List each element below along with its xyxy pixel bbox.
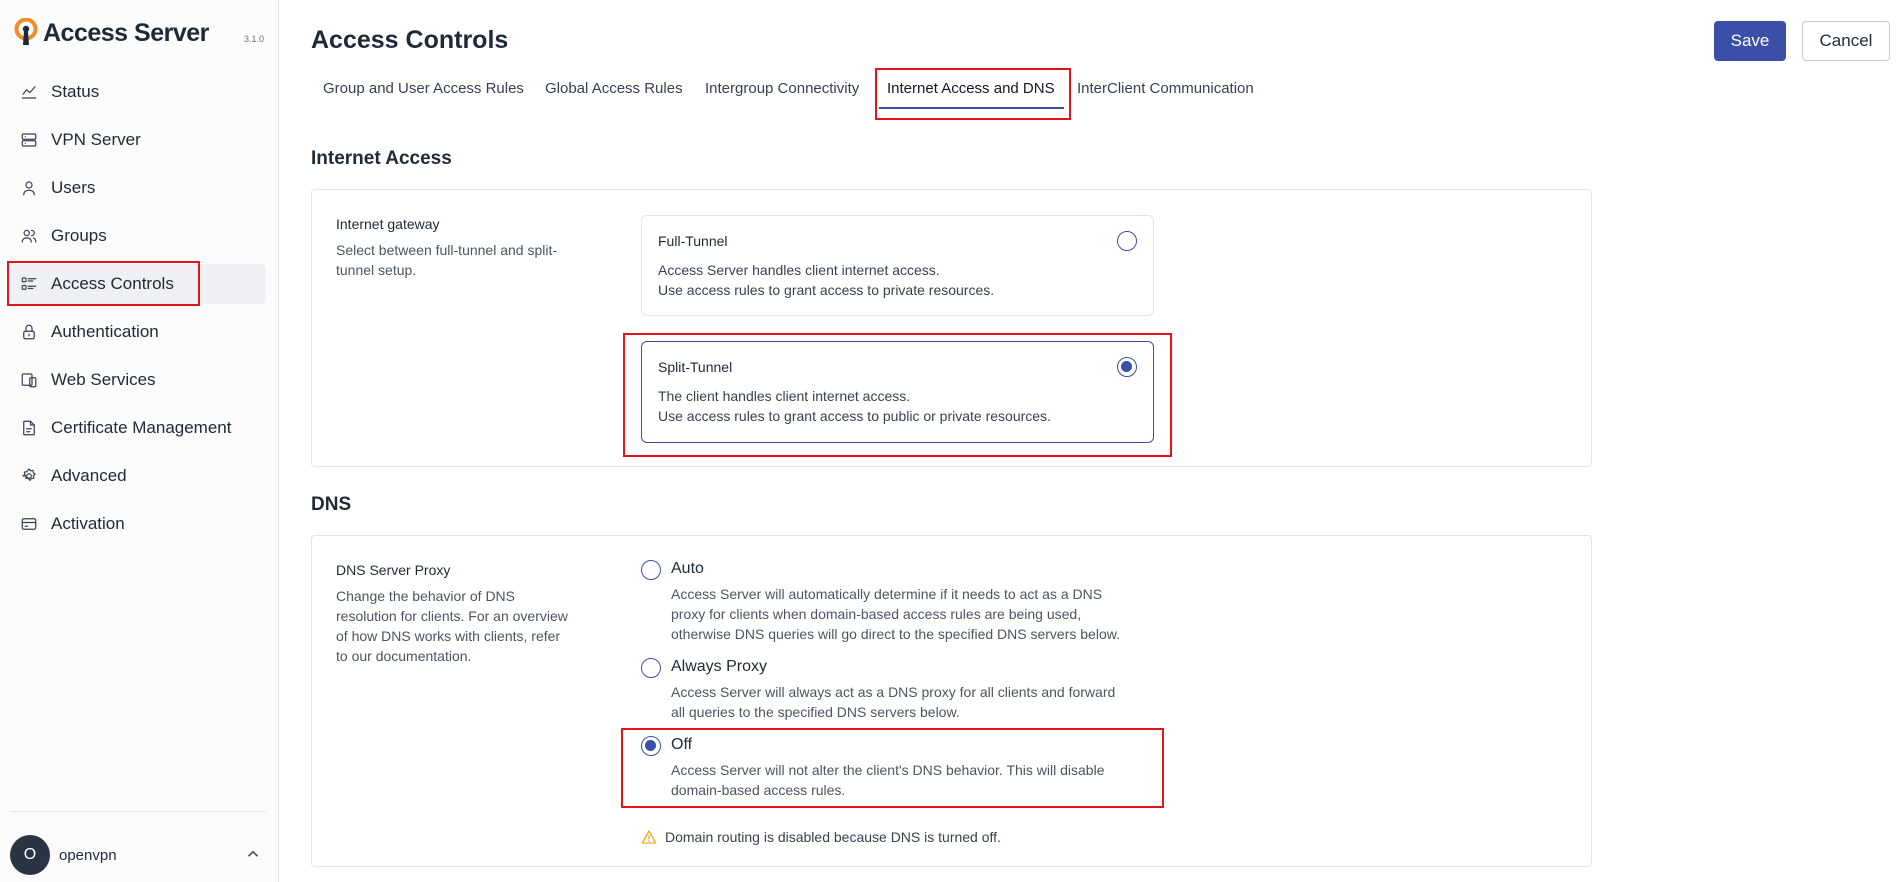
radio-dns-always-proxy[interactable] <box>641 658 661 678</box>
sidebar-item-label: VPN Server <box>51 130 141 149</box>
chevron-up-icon[interactable] <box>244 845 264 865</box>
dns-option-title-always-proxy[interactable]: Always Proxy <box>671 658 767 676</box>
sidebar-divider <box>10 811 266 812</box>
dns-option-title-auto[interactable]: Auto <box>671 560 704 578</box>
tab-bar: Group and User Access Rules Global Acces… <box>311 68 1711 120</box>
app-name: Access Server <box>43 18 209 47</box>
radio-full-tunnel[interactable] <box>1117 231 1137 251</box>
internet-access-card: Internet gateway Select between full-tun… <box>311 189 1592 467</box>
option-desc-line: Access Server will not alter the client'… <box>671 762 1105 778</box>
list-check-icon <box>21 277 37 290</box>
app-logo[interactable]: Access Server <box>14 18 209 48</box>
option-desc-line: domain-based access rules. <box>671 782 846 798</box>
sidebar-item-label: Status <box>51 82 100 101</box>
option-desc-line: proxy for clients when domain-based acce… <box>671 606 1082 622</box>
field-desc-line: tunnel setup. <box>336 262 417 278</box>
sidebar-nav: Status VPN Server Users Groups Access Co… <box>7 72 266 552</box>
option-title: Full-Tunnel <box>658 233 728 249</box>
sidebar-item-label: Users <box>51 178 96 197</box>
field-label-dns-server-proxy: DNS Server Proxy <box>336 562 451 578</box>
sidebar-item-certificate-management[interactable]: Certificate Management <box>10 408 266 448</box>
user-menu[interactable]: O openvpn <box>10 835 266 875</box>
page-title: Access Controls <box>311 26 509 54</box>
user-icon <box>23 181 35 196</box>
sidebar: Access Server 3.1.0 Status VPN Server Us… <box>0 0 279 882</box>
dns-option-desc-off: Access Server will not alter the client'… <box>671 760 1161 800</box>
app-version: 3.1.0 <box>244 34 265 44</box>
option-desc: The client handles client internet acces… <box>658 386 1051 426</box>
sidebar-item-label: Groups <box>51 226 107 245</box>
field-desc-line: of how DNS works with clients, refer <box>336 628 561 644</box>
field-label-internet-gateway: Internet gateway <box>336 216 440 232</box>
tab-intergroup-connectivity[interactable]: Intergroup Connectivity <box>705 80 859 97</box>
user-name: openvpn <box>59 846 117 864</box>
file-certificate-icon <box>23 420 35 436</box>
option-title: Split-Tunnel <box>658 359 733 375</box>
openvpn-logo-icon <box>14 18 38 45</box>
sidebar-item-activation[interactable]: Activation <box>10 504 266 544</box>
field-desc-line: to our documentation. <box>336 648 472 664</box>
radio-dns-off[interactable] <box>641 736 661 756</box>
section-title-internet-access: Internet Access <box>311 148 452 169</box>
sidebar-item-users[interactable]: Users <box>10 168 266 208</box>
option-desc-line: otherwise DNS queries will go direct to … <box>671 626 1120 642</box>
users-icon <box>21 229 37 243</box>
devices-icon <box>21 373 37 388</box>
sidebar-item-label: Web Services <box>51 370 156 389</box>
sidebar-item-vpn-server[interactable]: VPN Server <box>10 120 266 160</box>
option-desc-line: all queries to the specified DNS servers… <box>671 704 960 720</box>
option-desc-line: Access Server will always act as a DNS p… <box>671 684 1116 700</box>
option-desc-line: Use access rules to grant access to publ… <box>658 408 1051 424</box>
sidebar-item-advanced[interactable]: Advanced <box>10 456 266 496</box>
sidebar-item-access-controls[interactable]: Access Controls <box>7 261 266 306</box>
sidebar-item-status[interactable]: Status <box>10 72 266 112</box>
active-tab-indicator <box>879 107 1064 109</box>
option-desc-line: Access Server will automatically determi… <box>671 586 1103 602</box>
tab-interclient-communication[interactable]: InterClient Communication <box>1077 80 1254 97</box>
field-desc-line: Select between full-tunnel and split- <box>336 242 558 258</box>
dns-option-desc-always-proxy: Access Server will always act as a DNS p… <box>671 682 1161 722</box>
tab-group-and-user-access-rules[interactable]: Group and User Access Rules <box>323 80 524 97</box>
option-desc-line: Use access rules to grant access to priv… <box>658 282 995 298</box>
sidebar-item-label: Access Controls <box>51 274 174 293</box>
dns-warning: Domain routing is disabled because DNS i… <box>641 829 1001 845</box>
sidebar-item-authentication[interactable]: Authentication <box>10 312 266 352</box>
gear-icon <box>22 468 36 482</box>
dns-card: DNS Server Proxy Change the behavior of … <box>311 535 1592 867</box>
dns-option-desc-auto: Access Server will automatically determi… <box>671 584 1161 644</box>
sidebar-item-label: Authentication <box>51 322 159 341</box>
warning-text: Domain routing is disabled because DNS i… <box>665 829 1001 845</box>
server-icon <box>21 133 37 147</box>
field-desc-line: Change the behavior of DNS <box>336 588 515 604</box>
option-split-tunnel[interactable]: Split-Tunnel The client handles client i… <box>641 341 1154 443</box>
avatar: O <box>10 835 50 875</box>
save-button[interactable]: Save <box>1714 21 1786 61</box>
radio-split-tunnel[interactable] <box>1117 357 1137 377</box>
credit-card-icon <box>21 518 37 530</box>
sidebar-item-web-services[interactable]: Web Services <box>10 360 266 400</box>
sidebar-item-label: Certificate Management <box>51 418 232 437</box>
dns-option-title-off[interactable]: Off <box>671 736 692 754</box>
tab-global-access-rules[interactable]: Global Access Rules <box>545 80 683 97</box>
radio-dns-auto[interactable] <box>641 560 661 580</box>
lock-icon <box>23 324 35 340</box>
sidebar-item-label: Advanced <box>51 466 127 485</box>
warning-triangle-icon <box>641 830 657 844</box>
cancel-button[interactable]: Cancel <box>1802 21 1890 61</box>
option-desc: Access Server handles client internet ac… <box>658 260 994 300</box>
option-full-tunnel[interactable]: Full-Tunnel Access Server handles client… <box>641 215 1154 316</box>
option-desc-line: Access Server handles client internet ac… <box>658 262 940 278</box>
chart-line-icon <box>21 86 37 99</box>
sidebar-item-groups[interactable]: Groups <box>10 216 266 256</box>
section-title-dns: DNS <box>311 494 352 515</box>
tab-internet-access-and-dns[interactable]: Internet Access and DNS <box>887 80 1055 97</box>
sidebar-item-label: Activation <box>51 514 125 533</box>
option-desc-line: The client handles client internet acces… <box>658 388 911 404</box>
field-desc-line: resolution for clients. For an overview <box>336 608 568 624</box>
